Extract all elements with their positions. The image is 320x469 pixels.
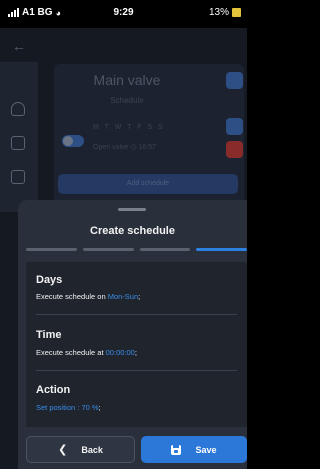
days-summary: Execute schedule on Mon-Sun;	[36, 292, 140, 301]
back-button[interactable]: ❮ Back	[26, 436, 135, 463]
time-prefix: Execute schedule at	[36, 348, 106, 357]
bell-icon[interactable]	[11, 102, 25, 116]
open-valve-time: 16:57	[138, 144, 156, 151]
step-3	[139, 248, 191, 251]
divider	[36, 314, 237, 315]
save-icon	[171, 444, 182, 455]
status-bar: A1 BG ◕ 9:29 13%	[0, 0, 247, 28]
background-subtitle: Schedule	[110, 96, 144, 105]
back-button-label: Back	[81, 444, 103, 455]
chart-icon[interactable]	[11, 136, 25, 150]
open-valve-label: Open valve	[93, 144, 129, 151]
add-schedule-button[interactable]: Add schedule	[58, 174, 238, 194]
days-value: Mon-Sun	[107, 292, 139, 301]
sheet-handle[interactable]	[118, 208, 146, 211]
step-progress	[26, 248, 247, 251]
save-button[interactable]: Save	[141, 436, 247, 463]
action-value: Set position : 70 %	[36, 403, 99, 412]
delete-icon[interactable]	[226, 141, 243, 158]
create-schedule-sheet: Create schedule Days Execute schedule on…	[18, 200, 247, 469]
summary-panel: Days Execute schedule on Mon-Sun; Time E…	[26, 262, 247, 427]
back-arrow-icon[interactable]: ←	[12, 38, 26, 54]
sheet-title: Create schedule	[90, 225, 175, 237]
background-days: M T W T F S S	[93, 124, 165, 131]
days-prefix: Execute schedule on	[36, 292, 108, 301]
battery-label: 13%	[208, 7, 229, 18]
chevron-left-icon: ❮	[58, 444, 68, 456]
edit-schedule-icon[interactable]	[226, 118, 243, 135]
action-heading: Action	[36, 384, 71, 396]
step-1	[26, 248, 77, 251]
action-suffix: ;	[98, 403, 101, 412]
time-summary: Execute schedule at 00:00:00;	[36, 348, 137, 357]
step-2	[82, 248, 134, 251]
schedule-toggle[interactable]	[62, 135, 84, 147]
background-topbar: ←	[0, 38, 247, 58]
background-sidebar	[0, 62, 38, 212]
step-4	[196, 248, 247, 251]
save-button-label: Save	[195, 444, 217, 455]
days-suffix: ;	[138, 292, 141, 301]
time-value: 00:00:00	[105, 348, 135, 357]
action-summary: Set position : 70 %;	[36, 403, 101, 412]
background-title: Main valve	[93, 72, 161, 88]
time-heading: Time	[36, 329, 62, 341]
time-suffix: ;	[134, 348, 137, 357]
divider	[36, 370, 237, 371]
door-icon[interactable]	[11, 170, 25, 184]
background-open-valve: Open valve ◷ 16:57	[93, 144, 156, 151]
edit-icon[interactable]	[226, 72, 243, 89]
status-right: 13%	[209, 7, 241, 18]
battery-icon	[232, 8, 241, 17]
days-heading: Days	[36, 274, 63, 286]
